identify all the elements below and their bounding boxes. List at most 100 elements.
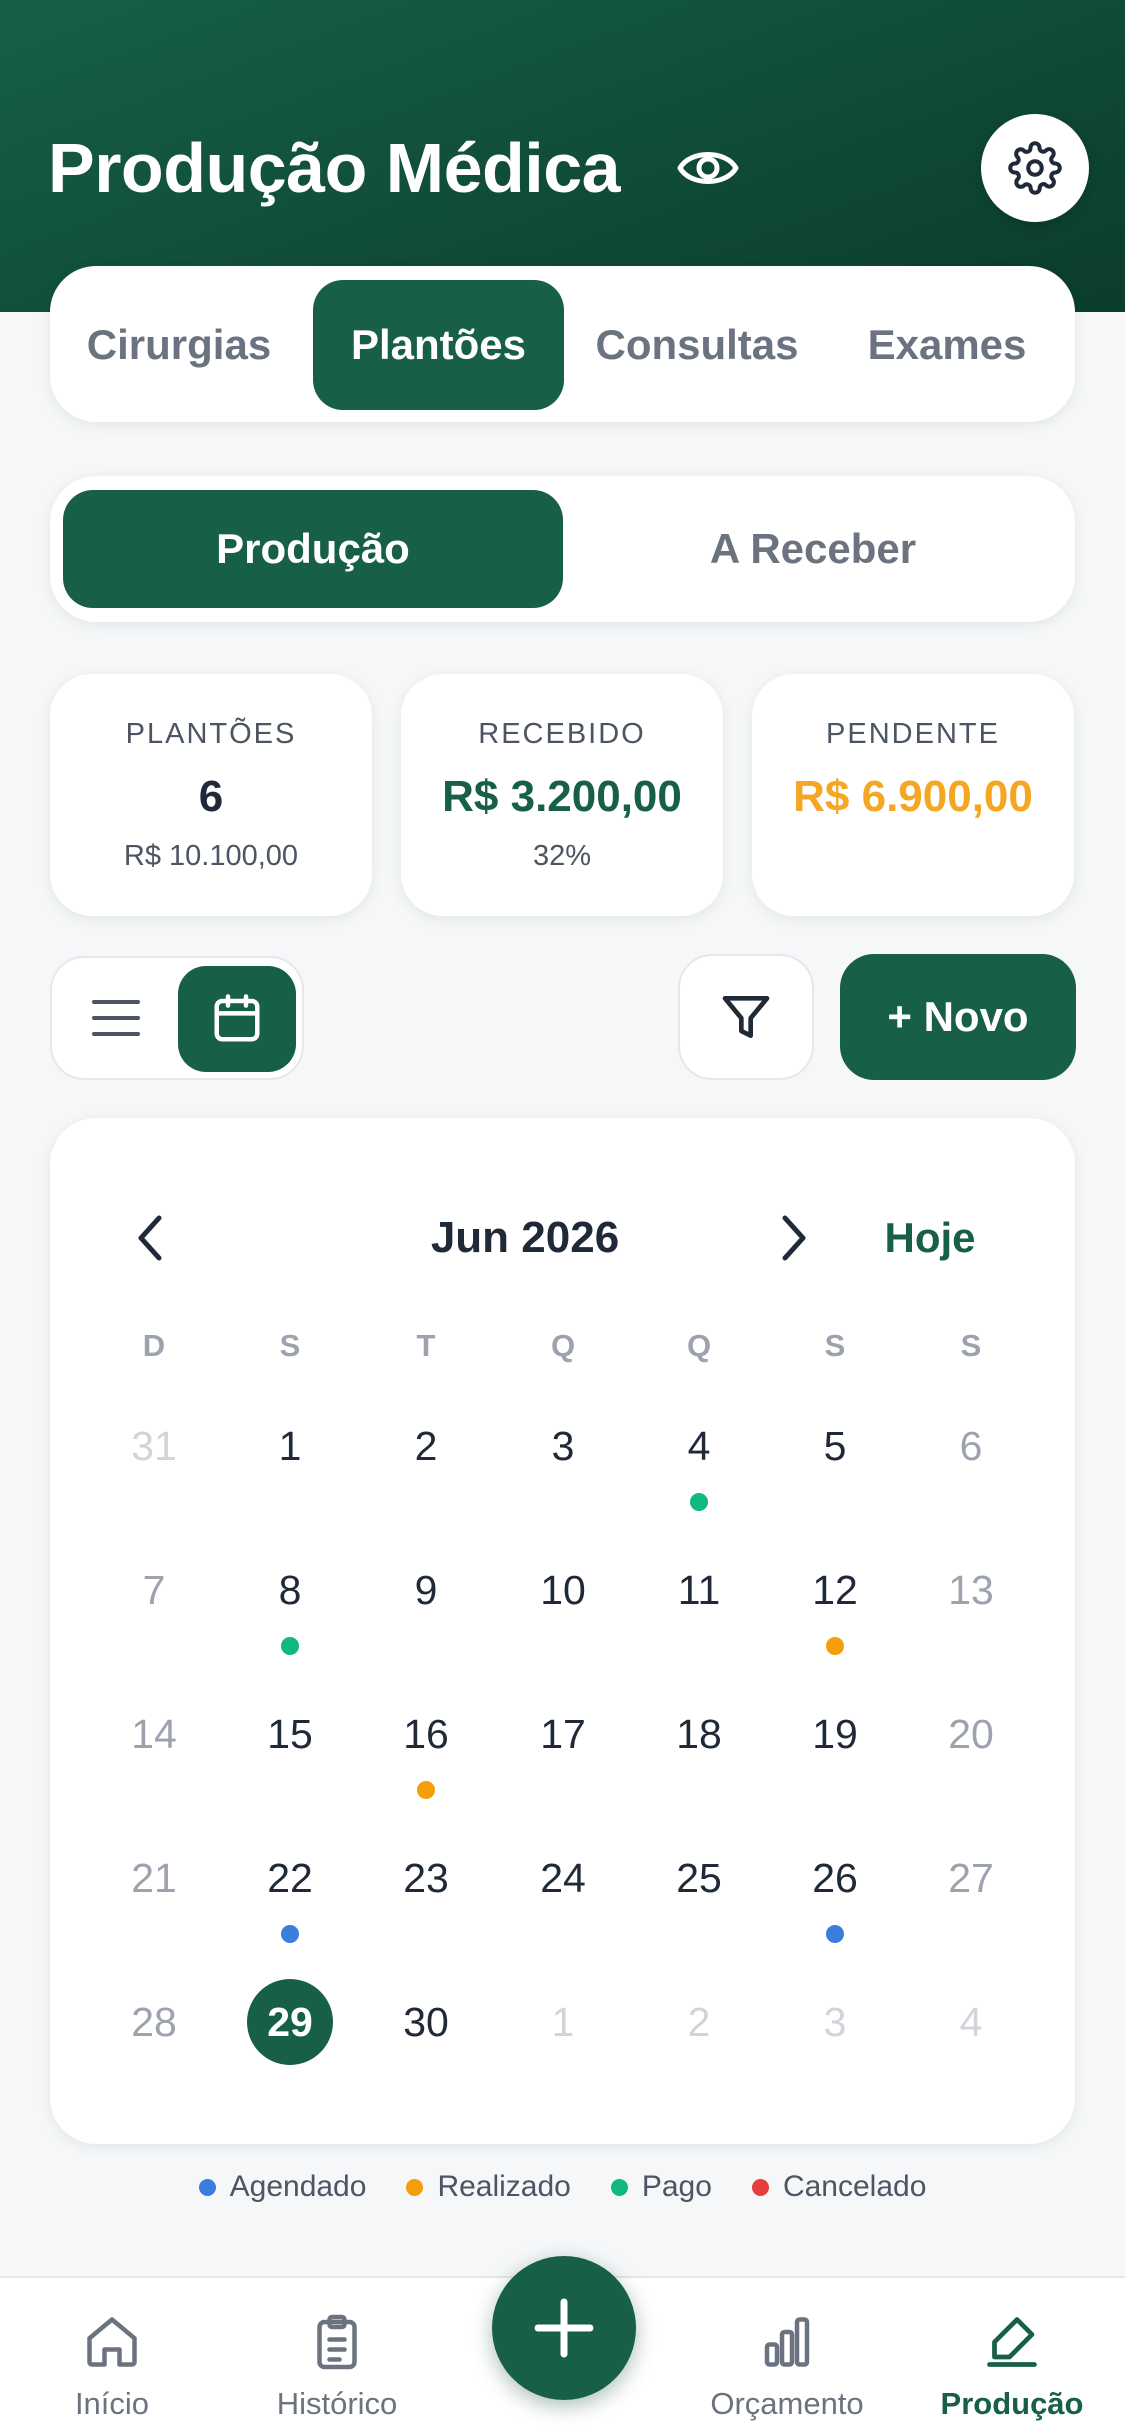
legend-label: Pago — [641, 2170, 712, 2203]
weekday-label: T — [416, 1328, 436, 1363]
calendar-day[interactable]: 25 — [644, 1823, 754, 1933]
calendar-day[interactable]: 9 — [371, 1535, 481, 1645]
add-fab-button[interactable] — [492, 2256, 636, 2400]
legend-item-pago: Pago — [610, 2170, 712, 2204]
calendar-day[interactable]: 14 — [99, 1679, 209, 1789]
status-dot-pago — [281, 1637, 299, 1655]
weekday-label: S — [279, 1328, 301, 1363]
calendar-day[interactable]: 6 — [916, 1391, 1026, 1501]
tab-exames[interactable]: Exames — [822, 280, 1072, 410]
calendar-day[interactable]: 26 — [780, 1823, 890, 1933]
stat-value: 6 — [198, 772, 224, 821]
stat-sub: R$ 10.100,00 — [123, 840, 299, 872]
home-icon — [87, 2317, 137, 2367]
filter-button[interactable] — [678, 954, 814, 1080]
today-button[interactable]: Hoje — [850, 1198, 1010, 1278]
new-button[interactable]: + Novo — [840, 954, 1076, 1080]
calendar-day[interactable]: 4 — [644, 1391, 754, 1501]
stat-label: RECEBIDO — [478, 718, 646, 750]
calendar-day[interactable]: 23 — [371, 1823, 481, 1933]
calendar-day[interactable]: 30 — [371, 1967, 481, 2077]
calendar-day[interactable]: 11 — [644, 1535, 754, 1645]
segment-a-receber[interactable]: A Receber — [563, 490, 1063, 608]
weekday-label: S — [824, 1328, 846, 1363]
list-icon — [92, 1000, 140, 1036]
next-month-button[interactable] — [764, 1198, 824, 1278]
pen-icon — [987, 2317, 1037, 2367]
stat-label: PENDENTE — [826, 718, 1000, 750]
calendar-day[interactable]: 13 — [916, 1535, 1026, 1645]
nav-producao[interactable]: Produção — [912, 2278, 1112, 2436]
status-dot-agendado — [826, 1925, 844, 1943]
legend-label: Agendado — [229, 2170, 367, 2203]
stat-value: R$ 6.900,00 — [793, 772, 1033, 821]
calendar-day[interactable]: 12 — [780, 1535, 890, 1645]
calendar-day[interactable]: 16 — [371, 1679, 481, 1789]
calendar-day[interactable]: 4 — [916, 1967, 1026, 2077]
calendar-month-label: Jun 2026 — [430, 1213, 620, 1262]
calendar-day[interactable]: 24 — [508, 1823, 618, 1933]
settings-button[interactable] — [981, 114, 1089, 222]
status-dot-realizado — [417, 1781, 435, 1799]
calendar-card: Jun 2026 Hoje D S T Q Q S S 31 1 2 3 4 5 6 7 8 9 10 11 12 13… — [50, 1118, 1075, 2144]
weekday-label: Q — [550, 1328, 576, 1363]
calendar-day[interactable]: 19 — [780, 1679, 890, 1789]
status-dot-pago — [690, 1493, 708, 1511]
calendar-day[interactable]: 7 — [99, 1535, 209, 1645]
clipboard-icon — [317, 2314, 357, 2370]
legend-item-cancelado: Cancelado — [751, 2170, 926, 2204]
calendar-day[interactable]: 8 — [235, 1535, 345, 1645]
calendar-day[interactable]: 15 — [235, 1679, 345, 1789]
calendar-day[interactable]: 2 — [371, 1391, 481, 1501]
calendar-day[interactable]: 17 — [508, 1679, 618, 1789]
calendar-day[interactable]: 27 — [916, 1823, 1026, 1933]
weekday-label: D — [142, 1328, 166, 1363]
calendar-day[interactable]: 22 — [235, 1823, 345, 1933]
calendar-day[interactable]: 3 — [780, 1967, 890, 2077]
nav-label: Início — [74, 2386, 150, 2421]
calendar-day[interactable]: 2 — [644, 1967, 754, 2077]
calendar-day[interactable]: 5 — [780, 1391, 890, 1501]
nav-label: Histórico — [276, 2386, 398, 2421]
calendar-day-today[interactable]: 29 — [247, 1979, 333, 2065]
nav-inicio[interactable]: Início — [12, 2278, 212, 2436]
nav-orcamento[interactable]: Orçamento — [687, 2278, 887, 2436]
calendar-icon — [214, 994, 260, 1042]
tab-cirurgias[interactable]: Cirurgias — [54, 280, 304, 410]
calendar-day[interactable]: 1 — [235, 1391, 345, 1501]
calendar-day[interactable]: 1 — [508, 1967, 618, 2077]
tab-consultas[interactable]: Consultas — [572, 280, 822, 410]
calendar-day[interactable]: 3 — [508, 1391, 618, 1501]
bar-chart-icon — [764, 2317, 810, 2367]
prev-month-button[interactable] — [120, 1198, 180, 1278]
legend-item-agendado: Agendado — [198, 2170, 367, 2204]
nav-historico[interactable]: Histórico — [237, 2278, 437, 2436]
chevron-left-icon — [138, 1215, 162, 1261]
legend-dot — [198, 2178, 216, 2196]
list-view-button[interactable] — [66, 970, 166, 1066]
legend-item-realizado: Realizado — [406, 2170, 571, 2204]
view-mode-segment: Produção A Receber — [50, 476, 1075, 622]
page-title: Produção Médica — [48, 129, 621, 207]
stat-sub: 32% — [532, 840, 592, 872]
tab-plantoes[interactable]: Plantões — [313, 280, 564, 410]
legend-dot — [610, 2178, 628, 2196]
calendar-day[interactable]: 21 — [99, 1823, 209, 1933]
status-dot-agendado — [281, 1925, 299, 1943]
legend-dot — [406, 2178, 424, 2196]
calendar-view-button[interactable] — [178, 966, 296, 1072]
calendar-day[interactable]: 10 — [508, 1535, 618, 1645]
status-dot-realizado — [826, 1637, 844, 1655]
nav-label: Produção — [940, 2386, 1084, 2421]
calendar-day[interactable]: 28 — [99, 1967, 209, 2077]
calendar-day[interactable]: 18 — [644, 1679, 754, 1789]
stat-value: R$ 3.200,00 — [442, 772, 682, 821]
calendar-day[interactable]: 31 — [99, 1391, 209, 1501]
calendar-day[interactable]: 20 — [916, 1679, 1026, 1789]
legend-label: Realizado — [437, 2170, 571, 2203]
stat-card-pendente: PENDENTE R$ 6.900,00 — [752, 674, 1074, 916]
stat-card-plantoes: PLANTÕES 6 R$ 10.100,00 — [50, 674, 372, 916]
segment-producao[interactable]: Produção — [63, 490, 563, 608]
view-toggle — [50, 956, 304, 1080]
eye-icon[interactable] — [676, 140, 740, 196]
